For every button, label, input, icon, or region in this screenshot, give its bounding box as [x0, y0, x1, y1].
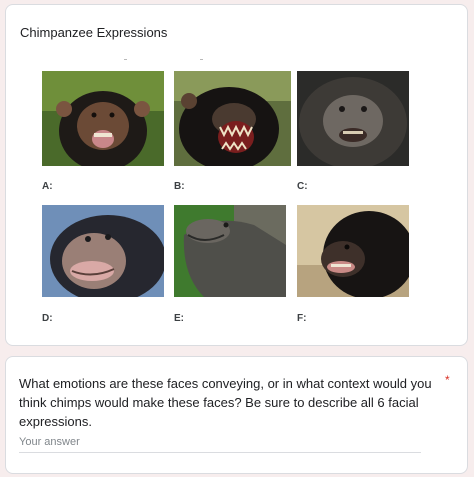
- chimp-photo-e: [174, 205, 286, 297]
- image-section-card: Chimpanzee Expressions A: B: C: D: E: F:: [5, 4, 468, 346]
- section-title: Chimpanzee Expressions: [20, 25, 168, 40]
- image-label-a: A:: [42, 181, 53, 192]
- decorative-mark: [200, 59, 203, 60]
- chimp-photo-a: [42, 71, 164, 166]
- chimp-photo-c: [297, 71, 409, 166]
- question-text: What emotions are these faces conveying,…: [19, 376, 432, 429]
- required-indicator: *: [445, 373, 450, 387]
- chimp-photo-d: [42, 205, 164, 297]
- image-label-b: B:: [174, 181, 185, 192]
- image-label-d: D:: [42, 313, 53, 324]
- image-label-f: F:: [297, 313, 307, 324]
- image-label-e: E:: [174, 313, 184, 324]
- question-card: What emotions are these faces conveying,…: [5, 356, 468, 474]
- decorative-mark: [124, 59, 127, 60]
- image-label-c: C:: [297, 181, 308, 192]
- chimp-photo-b: [174, 71, 291, 166]
- answer-input[interactable]: [19, 431, 421, 453]
- chimp-photo-f: [297, 205, 409, 297]
